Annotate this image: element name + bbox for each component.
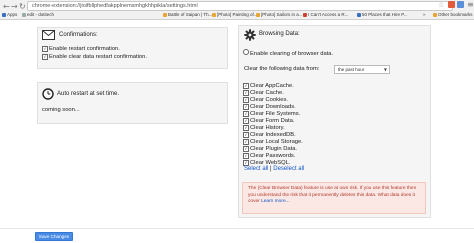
apps-icon xyxy=(2,12,6,17)
clear-local-storage-checkbox[interactable]: ✓ xyxy=(243,139,249,145)
time-range-value: the past hour xyxy=(338,67,365,72)
gear-icon xyxy=(244,29,256,41)
bookmark-favicon-icon xyxy=(22,12,26,17)
browser-toolbar: ← → ↻ chrome-extension://jioifbllphedfak… xyxy=(0,0,474,20)
clear-history-checkbox[interactable]: ✓ xyxy=(243,125,249,131)
bookmarks-bar: Apps edit - dotitech Battle of Saipan | … xyxy=(0,10,474,19)
clear-from-label: Clear the following data from: xyxy=(244,66,320,72)
clear-cache-option[interactable]: ✓ Clear Cache. xyxy=(243,90,284,97)
clear-appcache-option[interactable]: ✓ Clear AppCache. xyxy=(243,83,294,90)
confirmations-title: Confirmations: xyxy=(59,32,98,38)
auto-restart-title: Auto restart at set time. xyxy=(57,91,120,97)
chevron-down-icon: ▼ xyxy=(383,67,387,72)
clear-history-option[interactable]: ✓ Clear History. xyxy=(243,125,285,132)
bookmark-star-icon[interactable]: ☆ xyxy=(438,1,444,9)
deselect-all-link[interactable]: Deselect all xyxy=(273,166,304,172)
clear-file-systems-checkbox[interactable]: ✓ xyxy=(243,111,249,117)
selection-links: Select all | Deselect all xyxy=(244,166,304,172)
save-changes-button[interactable]: Save Changes xyxy=(35,232,73,241)
enable-clearing-option[interactable]: Enable clearing of browser data. xyxy=(243,49,333,58)
auto-restart-panel xyxy=(37,82,228,124)
bookmark-item[interactable]: [Photo] Sailors in a... xyxy=(256,10,303,19)
clear-local-storage-option[interactable]: ✓ Clear Local Storage. xyxy=(243,139,303,146)
clock-icon xyxy=(42,88,54,100)
bookmark-favicon-icon xyxy=(357,12,361,17)
clear-indexeddb-option[interactable]: ✓ Clear IndexedDB. xyxy=(243,132,296,139)
bookmark-item[interactable]: I Can't Access a R... xyxy=(303,10,348,19)
risk-warning: The (Clear Browser Data) feature is use … xyxy=(242,182,426,214)
other-bookmarks[interactable]: Other bookmarks xyxy=(433,10,473,19)
clear-form-data-checkbox[interactable]: ✓ xyxy=(243,118,249,124)
time-range-select[interactable]: the past hour ▼ xyxy=(334,65,390,74)
auto-restart-status: coming soon... xyxy=(42,107,80,113)
bookmark-item[interactable]: [Photo] Painting of... xyxy=(212,10,258,19)
menu-icon[interactable]: ≡ xyxy=(467,1,474,9)
clear-cache-checkbox[interactable]: ✓ xyxy=(243,90,249,96)
clear-indexeddb-checkbox[interactable]: ✓ xyxy=(243,132,249,138)
bookmark-favicon-icon xyxy=(212,12,216,17)
browsing-data-title: Browsing Data: xyxy=(259,31,300,37)
learn-more-link[interactable]: Learn more... xyxy=(261,199,290,204)
restart-confirmation-option[interactable]: ✓ Enable restart confirmation. xyxy=(42,46,120,53)
clear-passwords-checkbox[interactable]: ✓ xyxy=(243,153,249,159)
clear-plugin-data-checkbox[interactable]: ✓ xyxy=(243,146,249,152)
bookmark-item[interactable]: edit - dotitech xyxy=(22,10,54,19)
bookmark-favicon-icon xyxy=(303,12,307,17)
bookmark-item[interactable]: Battle of Saipan | Th... xyxy=(163,10,212,19)
clear-file-systems-option[interactable]: ✓ Clear File Systems. xyxy=(243,111,300,118)
restart-confirmation-checkbox[interactable]: ✓ xyxy=(42,46,48,52)
clear-data-confirmation-option[interactable]: ✓ Enable clear data restart confirmation. xyxy=(42,54,147,61)
bookmark-item[interactable]: 50 Places that Hire P... xyxy=(357,10,407,19)
clear-form-data-option[interactable]: ✓ Clear Form Data. xyxy=(243,118,294,125)
enable-clearing-radio[interactable] xyxy=(243,49,249,55)
clear-downloads-checkbox[interactable]: ✓ xyxy=(243,104,249,110)
link-separator: | xyxy=(270,166,272,172)
bookmarks-overflow[interactable]: » xyxy=(423,10,426,19)
bookmark-apps[interactable]: Apps xyxy=(2,10,17,19)
bookmark-favicon-icon xyxy=(256,12,260,17)
bookmark-favicon-icon xyxy=(163,12,167,17)
clear-plugin-data-option[interactable]: ✓ Clear Plugin Data. xyxy=(243,146,297,153)
clear-cookies-checkbox[interactable]: ✓ xyxy=(243,97,249,103)
extension-icon[interactable] xyxy=(457,1,464,8)
clear-passwords-option[interactable]: ✓ Clear Passwords. xyxy=(243,153,295,160)
folder-icon xyxy=(433,12,437,17)
clear-data-confirmation-checkbox[interactable]: ✓ xyxy=(42,54,48,60)
clear-appcache-checkbox[interactable]: ✓ xyxy=(243,83,249,89)
clear-downloads-option[interactable]: ✓ Clear Downloads. xyxy=(243,104,296,111)
clear-cookies-option[interactable]: ✓ Clear Cookies. xyxy=(243,97,288,104)
extension-icon[interactable] xyxy=(448,1,455,8)
select-all-link[interactable]: Select all xyxy=(244,166,268,172)
footer-divider xyxy=(0,228,474,229)
envelope-icon xyxy=(42,30,55,40)
